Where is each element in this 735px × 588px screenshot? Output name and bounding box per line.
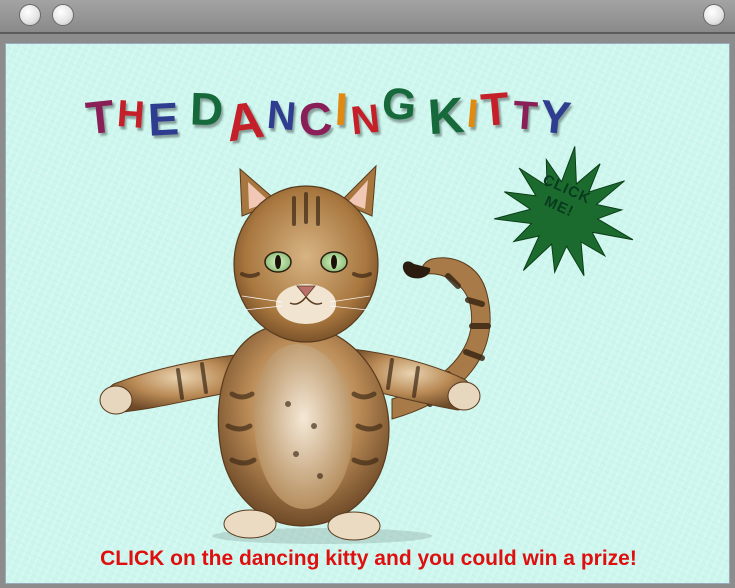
title-letter: T [511,93,539,139]
zoom-button[interactable] [703,4,725,26]
title-letter: I [465,91,481,137]
title-letter: K [426,86,467,146]
close-button[interactable] [19,4,41,26]
window-titlebar [0,0,735,34]
title-letter: H [115,93,147,137]
title-letter: E [146,92,180,146]
page-content: THE DANCING KITTY CLICK ME! CLICK on the… [5,43,730,584]
prize-caption: CLICK on the dancing kitty and you could… [100,547,637,570]
minimize-button[interactable] [52,4,74,26]
kitty-illustration [99,164,491,544]
title-letter: G [379,78,420,131]
title-letter: I [333,82,349,136]
title-letter: A [222,90,268,154]
title-space [420,102,426,125]
title-letter: Y [537,89,574,145]
title-letter: C [296,91,334,147]
title-letter: T [83,89,117,145]
title-letter: D [188,82,224,136]
dancing-kitty-image[interactable] [92,164,512,544]
title-letter: N [348,96,382,144]
title-letter: N [264,92,298,140]
title-space [181,102,187,125]
title-letter: T [479,81,512,137]
